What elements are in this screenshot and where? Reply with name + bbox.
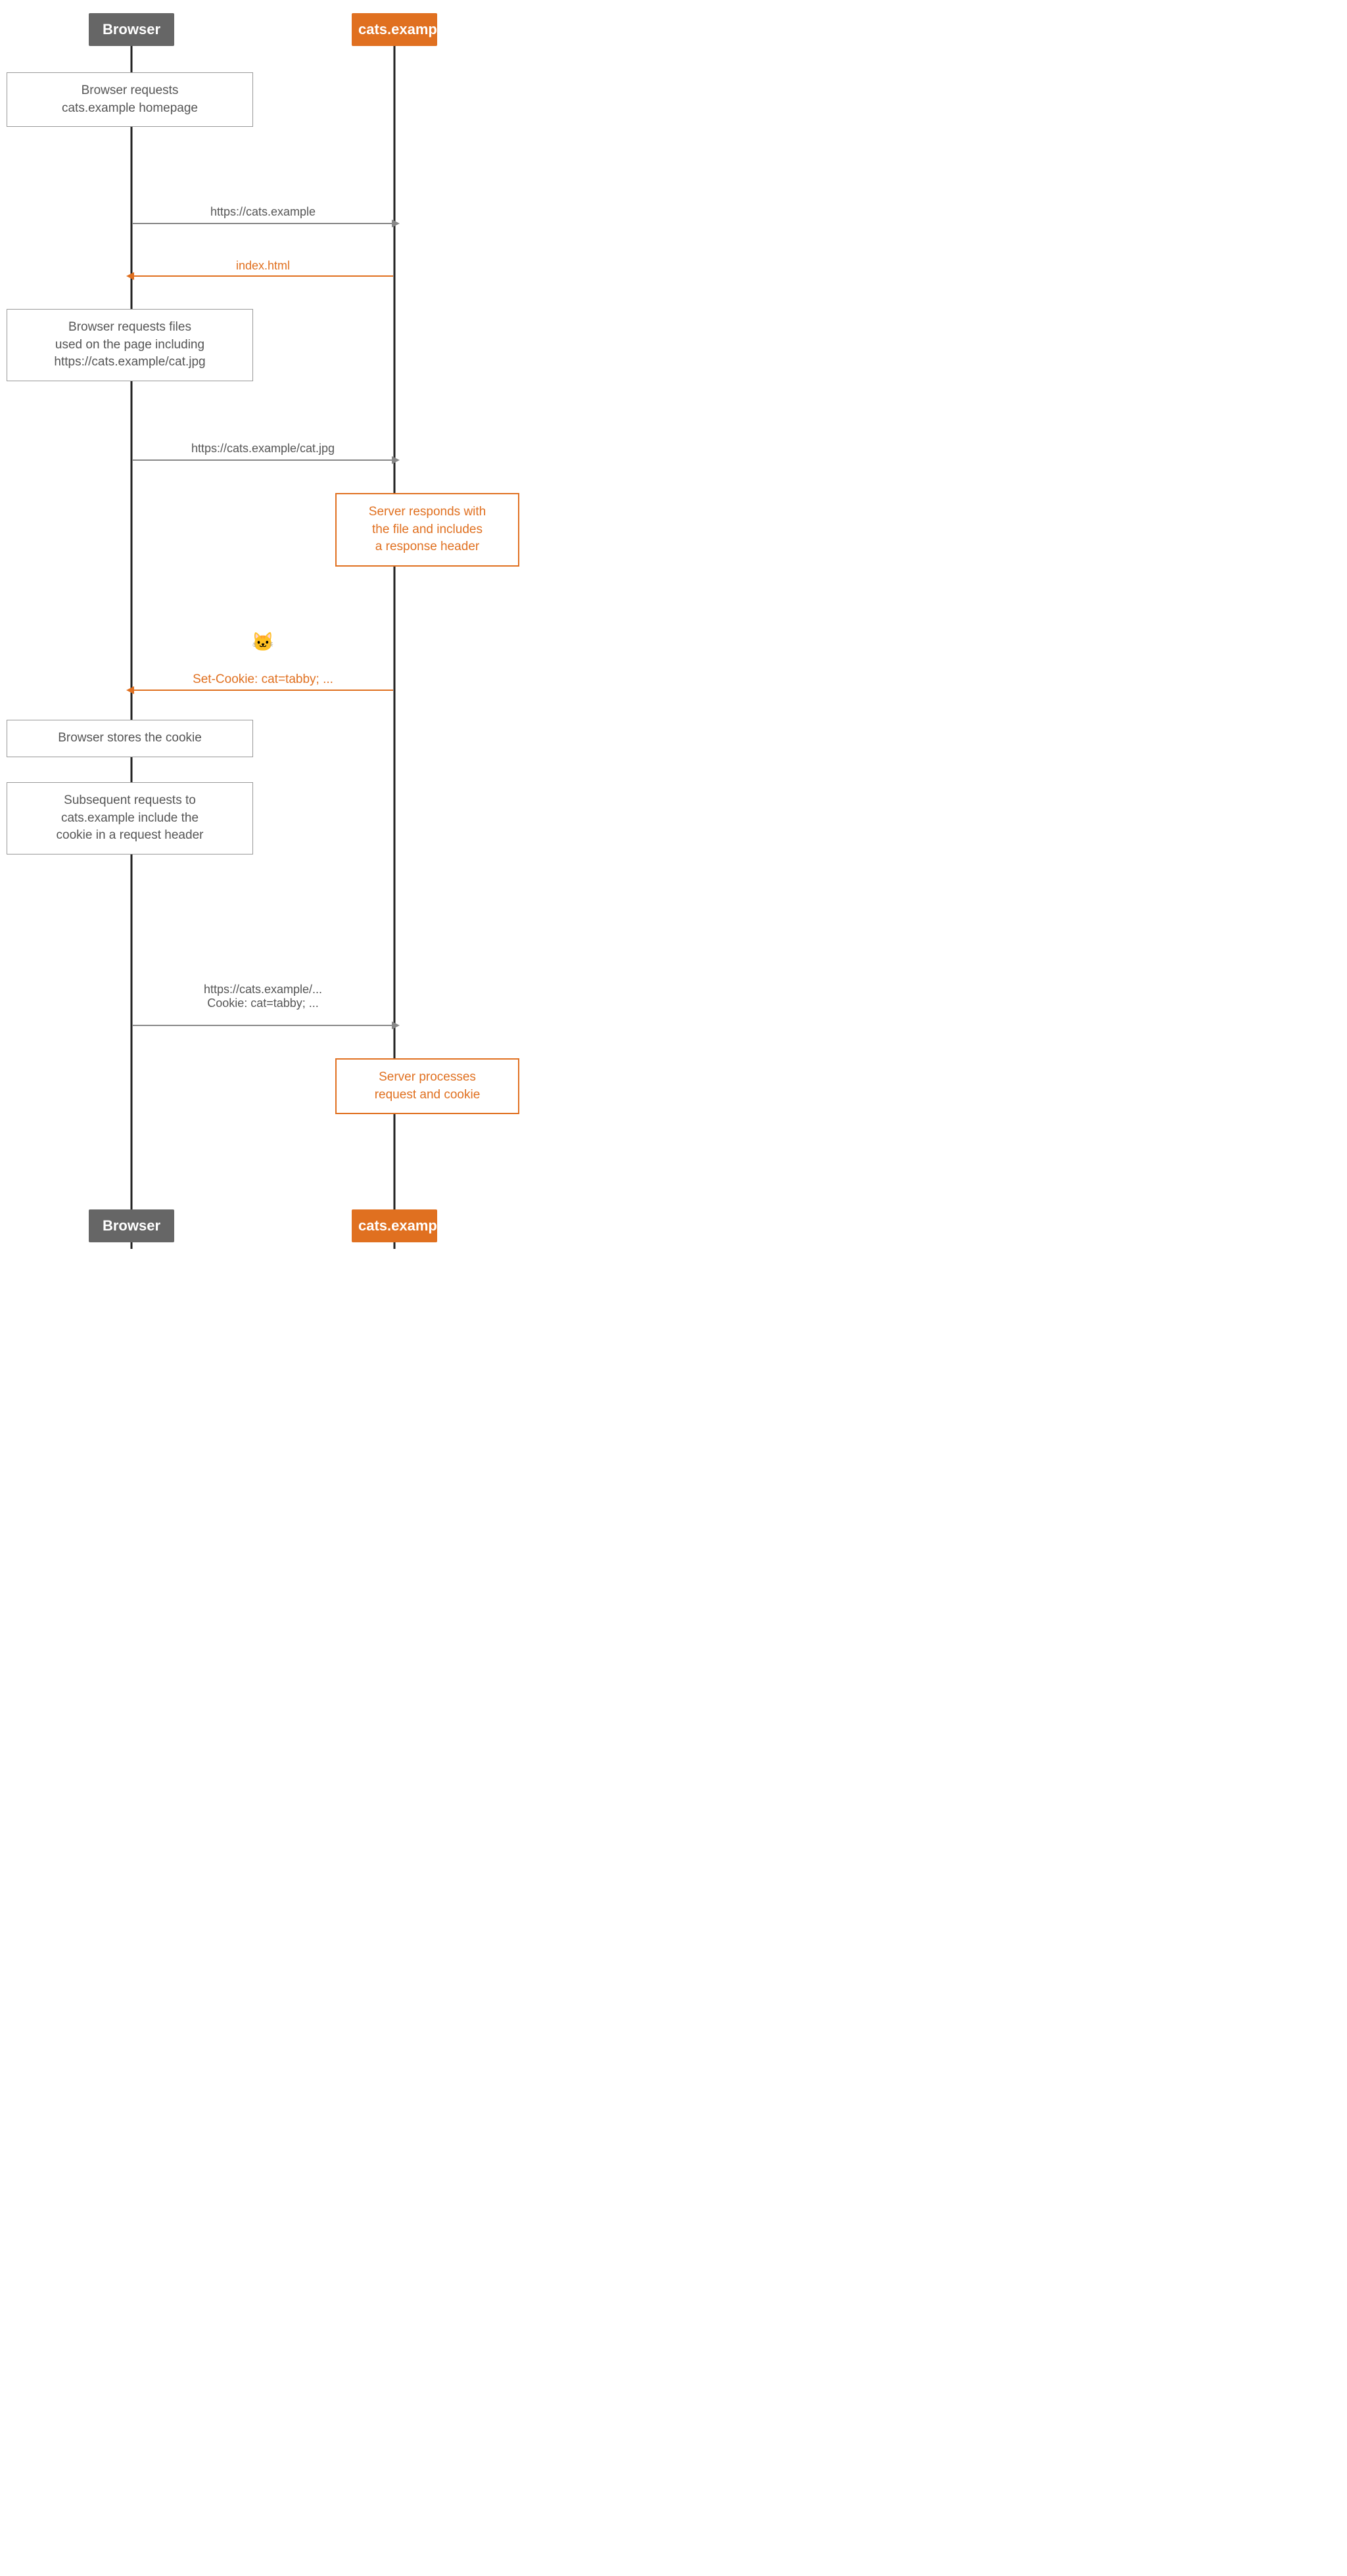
subsequent-requests-box: Subsequent requests to cats.example incl… (7, 782, 253, 855)
svg-text:https://cats.example: https://cats.example (210, 205, 316, 218)
browser-stores-cookie-box: Browser stores the cookie (7, 720, 253, 757)
subsequent-requests-text: Subsequent requests to cats.example incl… (57, 793, 204, 842)
set-cookie-label: Set-Cookie: cat=tabby; ... (0, 672, 526, 687)
server-label-top: cats.example (358, 21, 449, 37)
server-actor-bottom: cats.example (352, 1209, 437, 1242)
subsequent-arrow-labels: https://cats.example/... Cookie: cat=tab… (0, 983, 526, 1010)
server-responds-text: Server responds with the file and includ… (369, 505, 486, 553)
svg-text:index.html: index.html (236, 259, 290, 272)
browser-requests-files-text: Browser requests files used on the page … (54, 320, 205, 369)
cat-emoji: 🐱 (0, 631, 526, 653)
server-responds-box: Server responds with the file and includ… (335, 493, 519, 567)
browser-actor-top: Browser (89, 13, 174, 46)
server-processes-text: Server processes request and cookie (375, 1070, 481, 1102)
browser-actor-bottom: Browser (89, 1209, 174, 1242)
browser-requests-homepage-text: Browser requests cats.example homepage (62, 83, 198, 115)
set-cookie-area: 🐱 Set-Cookie: cat=tabby; ... (0, 631, 526, 667)
browser-requests-homepage-box: Browser requests cats.example homepage (7, 72, 253, 127)
server-actor-top: cats.example (352, 13, 437, 46)
browser-label-bottom: Browser (103, 1217, 160, 1234)
server-processes-box: Server processes request and cookie (335, 1058, 519, 1114)
browser-requests-files-box: Browser requests files used on the page … (7, 309, 253, 381)
browser-stores-cookie-text: Browser stores the cookie (58, 731, 202, 745)
browser-label-top: Browser (103, 21, 160, 37)
svg-text:https://cats.example/cat.jpg: https://cats.example/cat.jpg (191, 442, 335, 455)
req3-line1: https://cats.example/... (0, 983, 526, 996)
server-label-bottom: cats.example (358, 1217, 449, 1234)
req3-line2: Cookie: cat=tabby; ... (0, 996, 526, 1010)
